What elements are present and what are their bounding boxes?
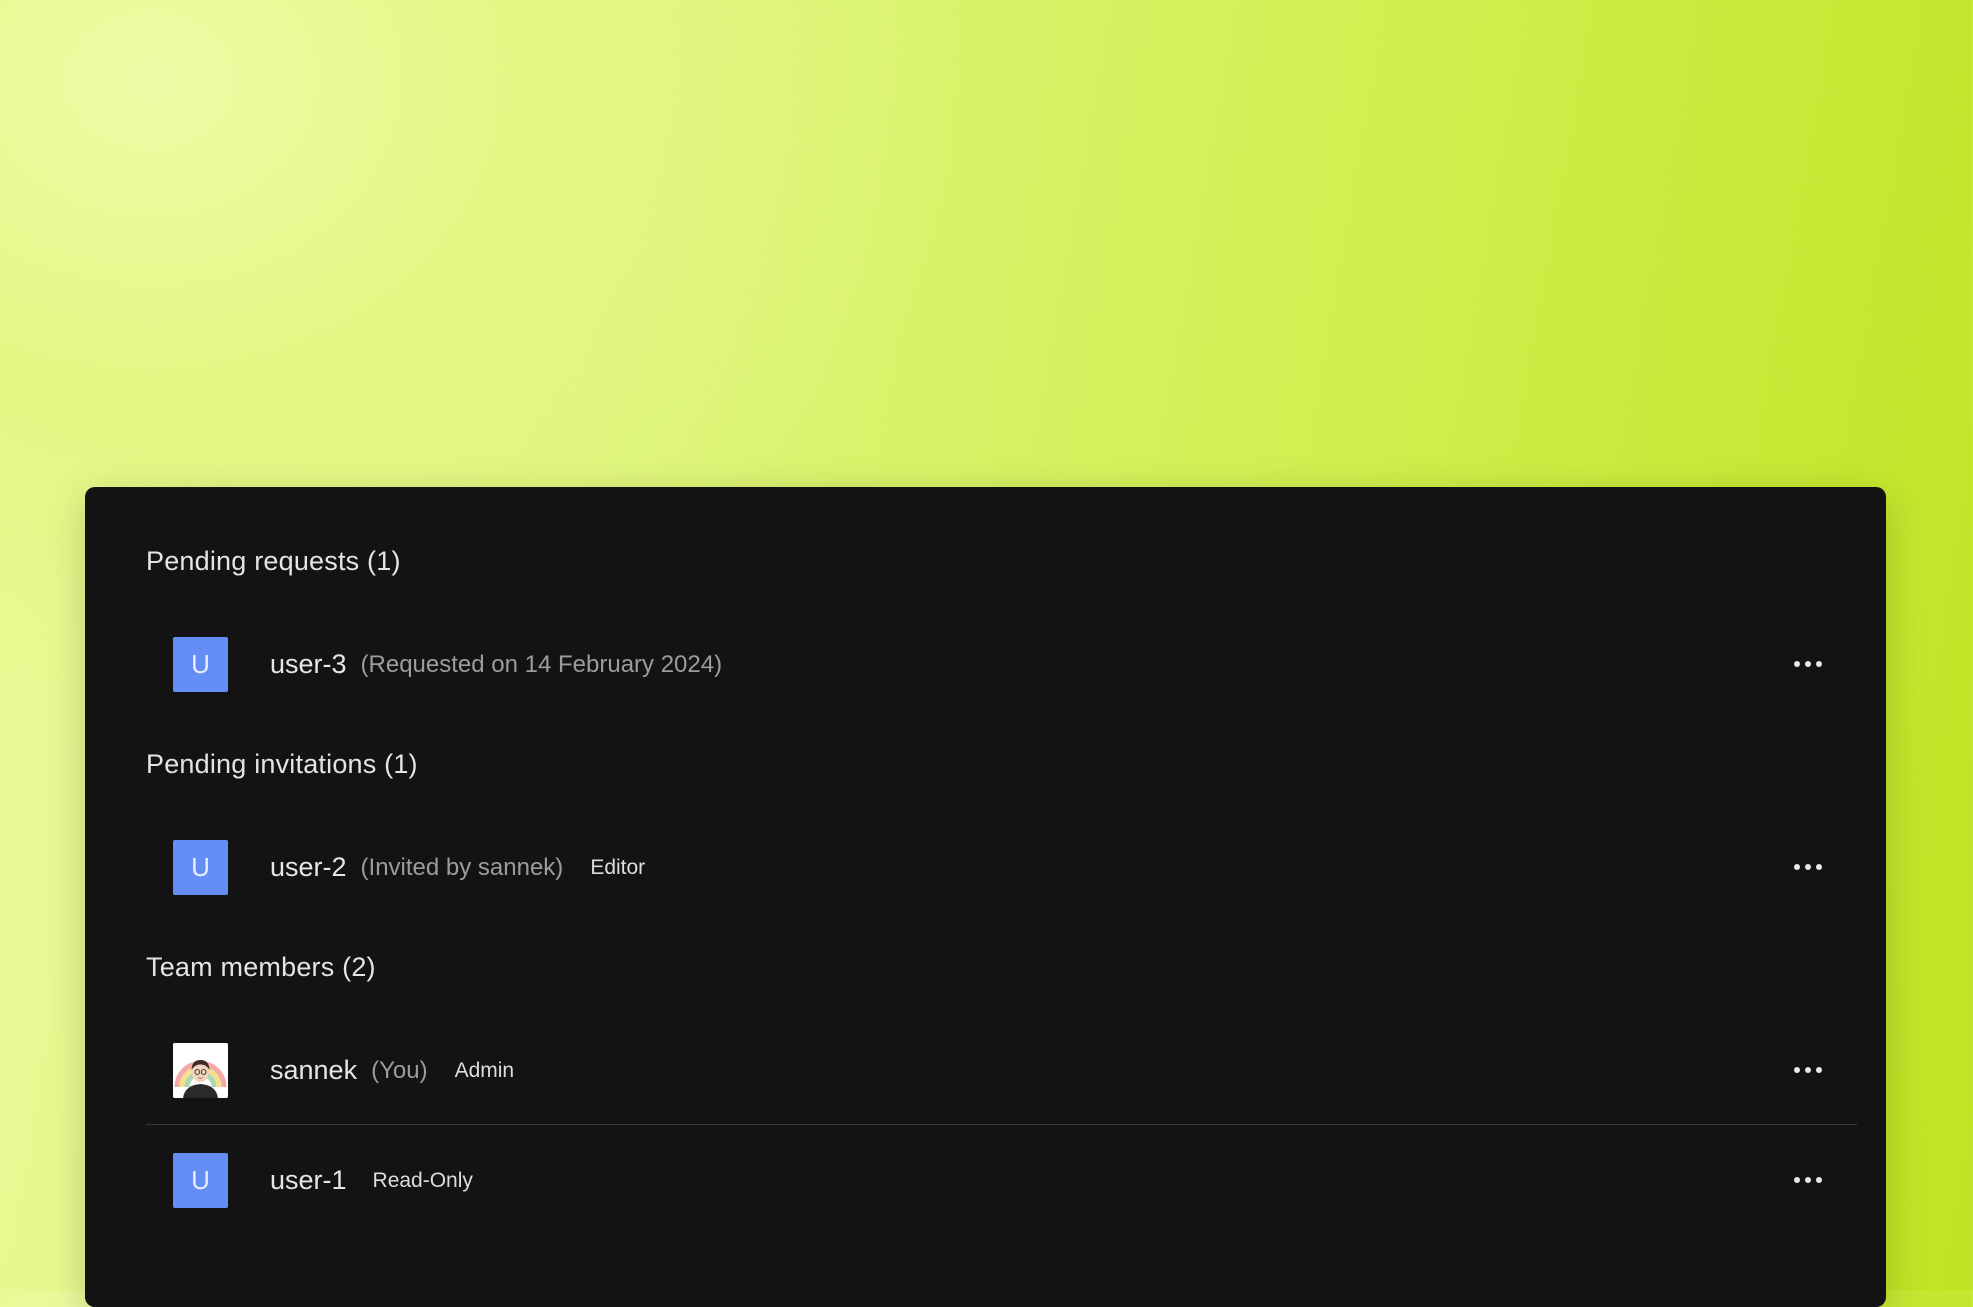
- row-info: sannek (You) Admin: [270, 1043, 514, 1098]
- avatar-illustration-icon: [173, 1043, 228, 1098]
- avatar: U: [173, 637, 228, 692]
- member-row-sannek: sannek (You) Admin: [146, 1043, 1857, 1099]
- avatar: U: [173, 840, 228, 895]
- role-label[interactable]: Admin: [455, 1059, 515, 1083]
- more-options-icon[interactable]: [1786, 1165, 1830, 1195]
- request-date-note: (Requested on 14 February 2024): [360, 650, 723, 678]
- row-info: user-1 Read-Only: [270, 1153, 473, 1208]
- row-info: user-2 (Invited by sannek) Editor: [270, 840, 645, 895]
- row-divider: [146, 1124, 1857, 1125]
- invited-by-note: (Invited by sannek): [360, 853, 564, 881]
- avatar: U: [173, 1153, 228, 1208]
- member-name: user-2: [270, 852, 347, 882]
- role-label[interactable]: Read-Only: [373, 1169, 473, 1193]
- more-options-icon[interactable]: [1786, 649, 1830, 679]
- invitation-row-user-2: U user-2 (Invited by sannek) Editor: [146, 840, 1857, 896]
- you-note: (You): [371, 1056, 428, 1084]
- request-row-user-3: U user-3 (Requested on 14 February 2024): [146, 637, 1857, 693]
- role-label[interactable]: Editor: [590, 856, 645, 880]
- more-options-icon[interactable]: [1786, 852, 1830, 882]
- more-options-icon[interactable]: [1786, 1055, 1830, 1085]
- pending-requests-heading: Pending requests (1): [146, 546, 401, 576]
- pending-invitations-heading: Pending invitations (1): [146, 749, 418, 779]
- member-name: sannek: [270, 1055, 358, 1085]
- member-name: user-3: [270, 649, 347, 679]
- team-members-heading: Team members (2): [146, 952, 376, 982]
- team-access-panel: Pending requests (1) U user-3 (Requested…: [85, 487, 1886, 1307]
- profile-photo-avatar: [173, 1043, 228, 1098]
- member-name: user-1: [270, 1165, 347, 1195]
- member-row-user-1: U user-1 Read-Only: [146, 1153, 1857, 1209]
- row-info: user-3 (Requested on 14 February 2024): [270, 637, 722, 692]
